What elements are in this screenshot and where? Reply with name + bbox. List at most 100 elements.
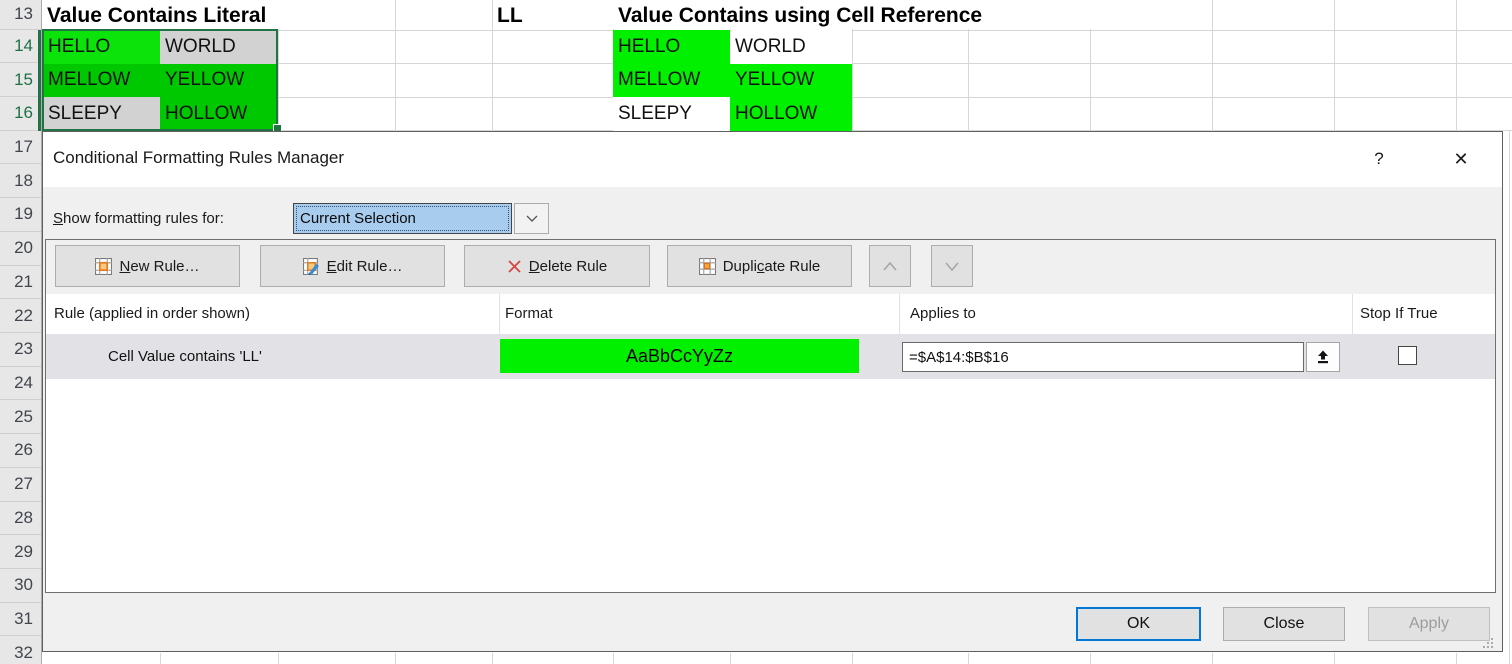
scope-combobox[interactable]: Current Selection bbox=[293, 203, 512, 234]
row-header[interactable]: 31 bbox=[0, 603, 41, 637]
resize-grip[interactable] bbox=[1479, 634, 1495, 650]
sheet-title: LL bbox=[497, 1, 523, 30]
delete-x-icon bbox=[507, 259, 522, 274]
row-header[interactable]: 27 bbox=[0, 468, 41, 502]
chevron-down-icon bbox=[945, 262, 959, 271]
help-button[interactable]: ? bbox=[1365, 144, 1393, 174]
gridline bbox=[160, 653, 161, 664]
row-header[interactable]: 25 bbox=[0, 400, 41, 434]
apply-button[interactable]: Apply bbox=[1368, 607, 1490, 641]
row-header[interactable]: 23 bbox=[0, 333, 41, 367]
gridline bbox=[1212, 653, 1213, 664]
row-header[interactable]: 21 bbox=[0, 266, 41, 300]
duplicate-rule-button[interactable]: Duplicate Rule bbox=[667, 245, 852, 287]
gridline bbox=[1090, 653, 1091, 664]
gridline bbox=[968, 653, 969, 664]
row-header[interactable]: 26 bbox=[0, 434, 41, 468]
table-icon bbox=[699, 258, 716, 275]
edit-rule-button[interactable]: Edit Rule… bbox=[260, 245, 445, 287]
gridline bbox=[1509, 131, 1510, 664]
row-header[interactable]: 32 bbox=[0, 636, 41, 664]
row-header[interactable]: 17 bbox=[0, 131, 41, 165]
gridline bbox=[1334, 653, 1335, 664]
row-header[interactable]: 16 bbox=[0, 97, 41, 131]
button-label: Duplicate Rule bbox=[723, 258, 821, 275]
row-header[interactable]: 24 bbox=[0, 367, 41, 401]
stop-if-true-checkbox[interactable] bbox=[1398, 346, 1417, 365]
show-rules-label: Show formatting rules for: bbox=[53, 210, 224, 227]
cell[interactable]: WORLD bbox=[730, 30, 852, 64]
gridline bbox=[613, 653, 614, 664]
cell[interactable]: HELLO bbox=[613, 30, 730, 64]
mnemonic: S bbox=[53, 210, 63, 227]
selected-row-indicator bbox=[38, 97, 41, 131]
sheet-title: Value Contains using Cell Reference bbox=[618, 1, 982, 30]
format-preview: AaBbCcYyZz bbox=[500, 339, 859, 373]
collapse-dialog-icon bbox=[1315, 349, 1331, 365]
delete-rule-button[interactable]: Delete Rule bbox=[464, 245, 650, 287]
new-rule-button[interactable]: New Rule… bbox=[55, 245, 240, 287]
chevron-up-icon bbox=[883, 262, 897, 271]
row-header[interactable]: 22 bbox=[0, 299, 41, 333]
cfr-manager-dialog: Conditional Formatting Rules Manager ? ✕… bbox=[42, 131, 1503, 652]
gridline bbox=[1456, 0, 1457, 131]
chevron-down-icon bbox=[526, 215, 538, 223]
gridline bbox=[1334, 0, 1335, 131]
column-header-applies-to: Applies to bbox=[910, 294, 976, 334]
move-rule-down-button[interactable] bbox=[931, 245, 973, 287]
button-label: Delete Rule bbox=[529, 258, 607, 275]
selected-row-indicator bbox=[38, 63, 41, 97]
spreadsheet-right-strip bbox=[1504, 131, 1512, 664]
close-button[interactable]: Close bbox=[1223, 607, 1345, 641]
ok-button[interactable]: OK bbox=[1076, 607, 1201, 641]
label-text: how formatting rules for: bbox=[63, 210, 224, 227]
row-header[interactable]: 20 bbox=[0, 232, 41, 266]
column-header-stop-if-true: Stop If True bbox=[1360, 294, 1438, 334]
row-header[interactable]: 14 bbox=[0, 30, 41, 64]
sheet-title: Value Contains Literal bbox=[47, 1, 266, 30]
gridline bbox=[492, 0, 493, 131]
rule-row[interactable]: Cell Value contains 'LL' AaBbCcYyZz =$A$… bbox=[46, 334, 1495, 379]
close-icon[interactable]: ✕ bbox=[1441, 142, 1481, 176]
dialog-titlebar[interactable]: Conditional Formatting Rules Manager ? ✕ bbox=[43, 132, 1502, 187]
row-header[interactable]: 19 bbox=[0, 198, 41, 232]
cell[interactable]: MELLOW bbox=[613, 64, 730, 98]
edit-pencil-icon bbox=[303, 258, 320, 275]
gridline bbox=[730, 653, 731, 664]
row-header[interactable]: 29 bbox=[0, 535, 41, 569]
gridline bbox=[278, 653, 279, 664]
applies-to-input[interactable]: =$A$14:$B$16 bbox=[902, 342, 1304, 372]
column-header-rule: Rule (applied in order shown) bbox=[54, 294, 250, 334]
selection-border bbox=[42, 29, 278, 131]
rules-panel: New Rule… Edit Rule… Delete Rule Duplica… bbox=[45, 239, 1496, 593]
row-header-column: 1314151617181920212223242526272829303132 bbox=[0, 0, 42, 664]
table-icon bbox=[95, 258, 112, 275]
cell[interactable]: HOLLOW bbox=[730, 97, 852, 131]
row-header[interactable]: 30 bbox=[0, 569, 41, 603]
column-separator bbox=[899, 294, 900, 334]
row-header[interactable]: 18 bbox=[0, 164, 41, 198]
move-rule-up-button[interactable] bbox=[869, 245, 911, 287]
gridline bbox=[852, 653, 853, 664]
row-header[interactable]: 28 bbox=[0, 502, 41, 536]
gridline bbox=[395, 0, 396, 131]
column-header-format: Format bbox=[505, 294, 553, 334]
button-label: Edit Rule… bbox=[327, 258, 403, 275]
row-header[interactable]: 15 bbox=[0, 63, 41, 97]
spreadsheet-bottom-strip bbox=[42, 653, 1512, 664]
combobox-value: Current Selection bbox=[300, 210, 416, 227]
resize-grip-dots bbox=[1479, 634, 1495, 650]
cell[interactable]: YELLOW bbox=[730, 64, 852, 98]
collapse-dialog-button[interactable] bbox=[1306, 342, 1340, 372]
cell[interactable]: SLEEPY bbox=[613, 97, 730, 131]
gridline bbox=[492, 653, 493, 664]
rules-toolbar: New Rule… Edit Rule… Delete Rule Duplica… bbox=[46, 240, 1495, 294]
dialog-title: Conditional Formatting Rules Manager bbox=[53, 148, 344, 168]
column-separator bbox=[1352, 294, 1353, 334]
combobox-dropdown-button[interactable] bbox=[514, 203, 549, 234]
gridline bbox=[1212, 0, 1213, 131]
selected-row-indicator bbox=[38, 30, 41, 64]
gridline bbox=[395, 653, 396, 664]
row-header[interactable]: 13 bbox=[0, 0, 41, 30]
button-label: New Rule… bbox=[119, 258, 199, 275]
